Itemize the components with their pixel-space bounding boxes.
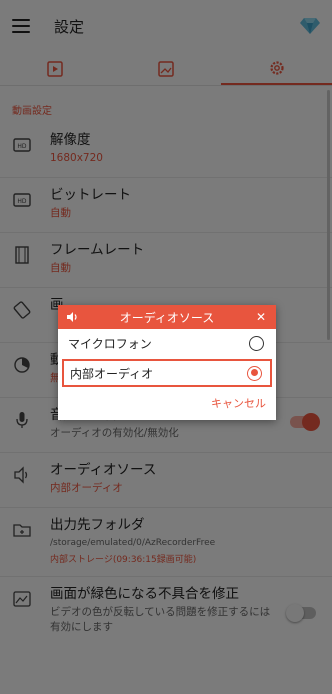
- dialog-actions: キャンセル: [58, 389, 276, 411]
- option-label: 内部オーディオ: [70, 366, 154, 381]
- dialog-title: オーディオソース: [119, 310, 215, 325]
- radio-microphone[interactable]: [249, 335, 264, 351]
- cancel-button[interactable]: キャンセル: [211, 395, 266, 411]
- speaker-icon: [67, 312, 77, 322]
- radio-internal-audio[interactable]: [247, 365, 262, 381]
- option-microphone[interactable]: マイクロフォン: [58, 329, 276, 357]
- dialog-header: オーディオソース ✕: [58, 305, 276, 329]
- close-icon[interactable]: ✕: [254, 310, 268, 324]
- option-internal-audio[interactable]: 内部オーディオ: [62, 359, 272, 387]
- option-label: マイクロフォン: [68, 336, 152, 351]
- audio-source-dialog: オーディオソース ✕ マイクロフォン 内部オーディオ キャンセル: [58, 305, 276, 420]
